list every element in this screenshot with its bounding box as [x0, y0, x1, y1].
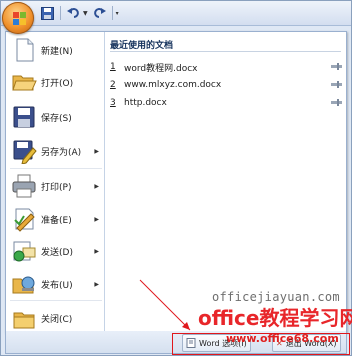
menu-commands: 新建(N) 打开(O) 保存(S) 另存为(A) ▶ 打印(P) ▶ 准备(E)… — [6, 32, 105, 332]
customize-qat-icon[interactable]: ▾ — [116, 10, 119, 17]
submenu-arrow-icon: ▶ — [94, 247, 99, 255]
menu-item-label: 准备(E) — [41, 215, 72, 226]
menu-item-close[interactable]: 关闭(C) — [6, 303, 104, 333]
menu-item-label: 发布(U) — [41, 280, 73, 291]
menu-item-save-as[interactable]: 另存为(A) ▶ — [6, 136, 104, 166]
office-menu: 新建(N) 打开(O) 保存(S) 另存为(A) ▶ 打印(P) ▶ 准备(E)… — [5, 31, 347, 333]
prepare-icon — [11, 206, 37, 232]
office-button[interactable] — [2, 2, 34, 34]
close-folder-icon — [11, 305, 37, 331]
menu-item-publish[interactable]: 发布(U) ▶ — [6, 269, 104, 299]
undo-dropdown-icon[interactable]: ▼ — [83, 10, 88, 17]
menu-item-new[interactable]: 新建(N) — [6, 35, 104, 65]
pin-icon[interactable] — [331, 99, 342, 106]
recent-documents-title: 最近使用的文档 — [110, 41, 174, 51]
recent-documents-pane: 最近使用的文档 1 word教程网.docx 2 www.mlxyz.com.d… — [105, 32, 346, 332]
menu-item-open[interactable]: 打开(O) — [6, 67, 104, 97]
menu-item-label: 保存(S) — [41, 113, 72, 124]
menu-item-print[interactable]: 打印(P) ▶ — [6, 171, 104, 201]
qat-save-button[interactable] — [39, 5, 55, 21]
open-folder-icon — [11, 69, 37, 95]
redo-icon — [93, 8, 106, 18]
menu-item-label: 打开(O) — [41, 78, 74, 89]
submenu-arrow-icon: ▶ — [94, 215, 99, 223]
menu-item-save[interactable]: 保存(S) — [6, 102, 104, 132]
menu-item-label: 打印(P) — [41, 182, 72, 193]
recent-doc-name: http.docx — [124, 98, 167, 108]
printer-icon — [11, 173, 37, 199]
publish-icon — [11, 271, 37, 297]
quick-access-toolbar: ▼ ▾ — [39, 4, 119, 22]
menu-item-prepare[interactable]: 准备(E) ▶ — [6, 204, 104, 234]
submenu-arrow-icon: ▶ — [94, 280, 99, 288]
send-icon — [11, 238, 37, 264]
recent-doc-item[interactable]: 2 www.mlxyz.com.docx — [110, 77, 342, 93]
watermark-brand: office教程学习网 — [198, 306, 352, 330]
title-bar: ▼ ▾ — [1, 1, 351, 26]
submenu-arrow-icon: ▶ — [94, 182, 99, 190]
office-logo-icon — [13, 12, 19, 18]
submenu-arrow-icon: ▶ — [94, 147, 99, 155]
menu-item-label: 发送(D) — [41, 247, 73, 258]
recent-doc-item[interactable]: 1 word教程网.docx — [110, 59, 342, 75]
qat-redo-button[interactable] — [91, 5, 107, 21]
menu-item-label: 关闭(C) — [41, 314, 73, 325]
save-icon — [11, 104, 37, 130]
pin-icon[interactable] — [331, 81, 342, 88]
menu-item-label: 新建(N) — [41, 46, 73, 57]
menu-item-send[interactable]: 发送(D) ▶ — [6, 236, 104, 266]
qat-undo-button[interactable] — [66, 5, 82, 21]
recent-doc-name: www.mlxyz.com.docx — [124, 80, 222, 90]
new-document-icon — [11, 37, 37, 63]
recent-doc-name: word教程网.docx — [124, 63, 198, 74]
save-as-icon — [11, 138, 37, 165]
save-icon — [40, 6, 54, 20]
recent-doc-item[interactable]: 3 http.docx — [110, 95, 342, 111]
recent-doc-number: 3 — [110, 98, 116, 108]
menu-item-label: 另存为(A) — [41, 147, 82, 158]
undo-icon — [67, 8, 79, 18]
watermark-url: www.office68.com — [226, 332, 339, 345]
recent-doc-number: 2 — [110, 80, 116, 90]
pin-icon[interactable] — [331, 63, 342, 70]
recent-doc-number: 1 — [110, 62, 116, 72]
